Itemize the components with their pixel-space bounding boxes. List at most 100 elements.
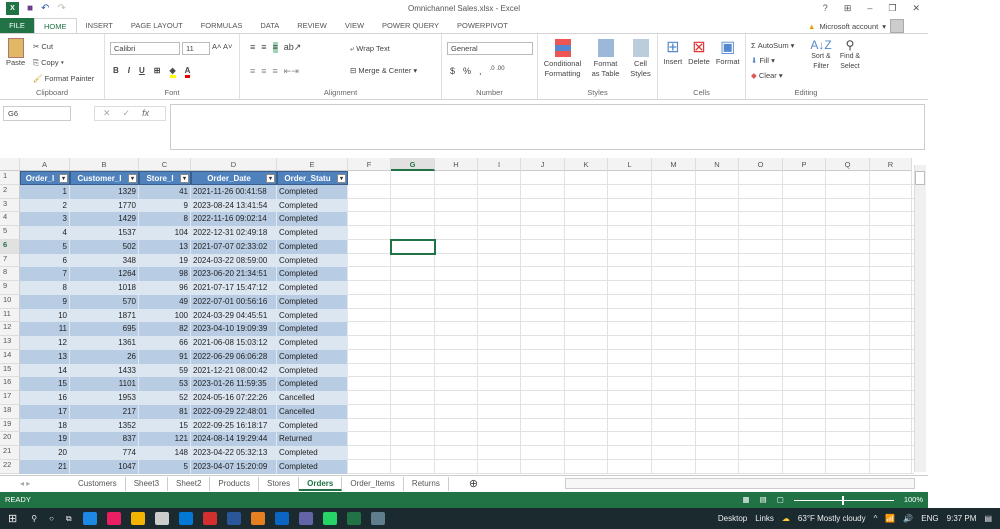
- volume-icon[interactable]: 🔊: [903, 514, 913, 523]
- table-header-cell[interactable]: Store_I ▾: [139, 171, 191, 185]
- table-cell[interactable]: 2021-12-21 08:00:42: [191, 363, 277, 378]
- file-explorer-icon[interactable]: [130, 512, 145, 525]
- column-header-Q[interactable]: Q: [826, 158, 870, 171]
- table-cell[interactable]: 1433: [70, 363, 139, 378]
- selected-cell-g6[interactable]: [390, 238, 436, 255]
- tray-chevron-icon[interactable]: ^: [874, 514, 878, 523]
- table-cell[interactable]: Completed: [277, 198, 348, 213]
- sheet-tab-stores[interactable]: Stores: [259, 476, 300, 491]
- row-header[interactable]: 12: [0, 322, 20, 336]
- notepad-icon[interactable]: [154, 512, 169, 525]
- align-center-icon[interactable]: ≡: [261, 66, 266, 77]
- table-header-cell[interactable]: Order_I ▾: [20, 171, 70, 185]
- column-header-A[interactable]: A: [20, 158, 70, 171]
- table-cell[interactable]: 12: [20, 336, 70, 350]
- table-cell[interactable]: 66: [139, 336, 191, 350]
- filter-dropdown-icon[interactable]: ▾: [180, 174, 189, 183]
- table-cell[interactable]: Completed: [277, 377, 348, 391]
- column-header-G[interactable]: G: [391, 158, 435, 171]
- minimize-icon[interactable]: –: [867, 3, 872, 14]
- formula-input[interactable]: [170, 104, 925, 150]
- table-cell[interactable]: 5: [139, 459, 191, 474]
- table-cell[interactable]: 49: [139, 294, 191, 309]
- table-cell[interactable]: 104: [139, 226, 191, 240]
- table-cell[interactable]: 15: [20, 377, 70, 391]
- row-header[interactable]: 9: [0, 281, 20, 295]
- row-header[interactable]: 5: [0, 226, 20, 240]
- table-cell[interactable]: 10: [20, 308, 70, 323]
- column-header-D[interactable]: D: [191, 158, 277, 171]
- settings-icon[interactable]: [370, 512, 385, 525]
- table-cell[interactable]: Completed: [277, 267, 348, 281]
- table-cell[interactable]: 2022-07-01 00:56:16: [191, 294, 277, 309]
- table-cell[interactable]: 19: [20, 432, 70, 446]
- table-cell[interactable]: 14: [20, 363, 70, 378]
- align-left-icon[interactable]: ≡: [250, 66, 255, 77]
- table-cell[interactable]: Completed: [277, 253, 348, 268]
- table-cell[interactable]: Completed: [277, 308, 348, 323]
- table-cell[interactable]: 2023-04-07 15:20:09: [191, 459, 277, 474]
- sheet-tab-sheet2[interactable]: Sheet2: [168, 476, 211, 491]
- sheet-tab-sheet3[interactable]: Sheet3: [126, 476, 169, 491]
- table-cell[interactable]: 1770: [70, 198, 139, 213]
- table-cell[interactable]: 2021-11-26 00:41:58: [191, 184, 277, 199]
- align-middle-icon[interactable]: ≡: [261, 42, 266, 53]
- cut-button[interactable]: ✂ Cut: [33, 39, 94, 55]
- tab-home[interactable]: HOME: [34, 18, 77, 33]
- column-header-P[interactable]: P: [783, 158, 826, 171]
- table-cell[interactable]: 3: [20, 212, 70, 226]
- comma-button[interactable]: ,: [479, 66, 482, 76]
- table-cell[interactable]: Cancelled: [277, 391, 348, 405]
- indent-icon[interactable]: ⇤⇥: [284, 66, 299, 77]
- underline-button[interactable]: U: [139, 66, 145, 78]
- tab-data[interactable]: DATA: [251, 18, 288, 33]
- table-cell[interactable]: 2022-11-16 09:02:14: [191, 212, 277, 226]
- table-cell[interactable]: 348: [70, 253, 139, 268]
- filter-dropdown-icon[interactable]: ▾: [128, 174, 137, 183]
- close-icon[interactable]: ✕: [912, 3, 920, 14]
- row-header[interactable]: 11: [0, 308, 20, 323]
- account-button[interactable]: Microsoft account: [819, 22, 878, 31]
- normal-view-icon[interactable]: ▦: [743, 492, 750, 508]
- sheet-tab-customers[interactable]: Customers: [70, 476, 126, 491]
- table-cell[interactable]: Cancelled: [277, 404, 348, 419]
- outlook-icon[interactable]: [178, 512, 193, 525]
- table-cell[interactable]: 82: [139, 322, 191, 336]
- table-cell[interactable]: 17: [20, 404, 70, 419]
- align-bottom-icon[interactable]: ≡: [272, 42, 278, 53]
- table-cell[interactable]: Completed: [277, 459, 348, 474]
- row-header[interactable]: 15: [0, 363, 20, 378]
- autosum-button[interactable]: Σ AutoSum ▾: [751, 38, 794, 53]
- word-icon[interactable]: [226, 512, 241, 525]
- table-cell[interactable]: 774: [70, 446, 139, 460]
- row-header[interactable]: 13: [0, 336, 20, 350]
- table-cell[interactable]: Completed: [277, 322, 348, 336]
- table-cell[interactable]: 1101: [70, 377, 139, 391]
- row-header[interactable]: 7: [0, 253, 20, 268]
- align-top-icon[interactable]: ≡: [250, 42, 255, 53]
- table-cell[interactable]: 5: [20, 239, 70, 254]
- tab-view[interactable]: VIEW: [336, 18, 373, 33]
- column-header-I[interactable]: I: [478, 158, 521, 171]
- avatar[interactable]: [890, 19, 904, 33]
- number-format-select[interactable]: General: [447, 42, 533, 55]
- table-cell[interactable]: Returned: [277, 432, 348, 446]
- row-header[interactable]: 14: [0, 349, 20, 364]
- column-header-N[interactable]: N: [696, 158, 739, 171]
- table-header-cell[interactable]: Customer_I ▾: [70, 171, 139, 185]
- search-icon[interactable]: ⚲: [31, 514, 37, 523]
- row-header[interactable]: 19: [0, 418, 20, 433]
- sheet-tab-orders[interactable]: Orders: [299, 476, 343, 491]
- table-cell[interactable]: 7: [20, 267, 70, 281]
- table-cell[interactable]: 2024-03-29 04:45:51: [191, 308, 277, 323]
- edge-icon[interactable]: [82, 512, 97, 525]
- table-cell[interactable]: 148: [139, 446, 191, 460]
- table-cell[interactable]: 15: [139, 418, 191, 433]
- weather-widget[interactable]: 63°F Mostly cloudy: [798, 514, 866, 523]
- table-cell[interactable]: 26: [70, 349, 139, 364]
- column-header-R[interactable]: R: [870, 158, 912, 171]
- name-box[interactable]: G6: [3, 106, 71, 121]
- column-header-J[interactable]: J: [521, 158, 565, 171]
- table-cell[interactable]: 20: [20, 446, 70, 460]
- select-all-corner[interactable]: [0, 158, 20, 171]
